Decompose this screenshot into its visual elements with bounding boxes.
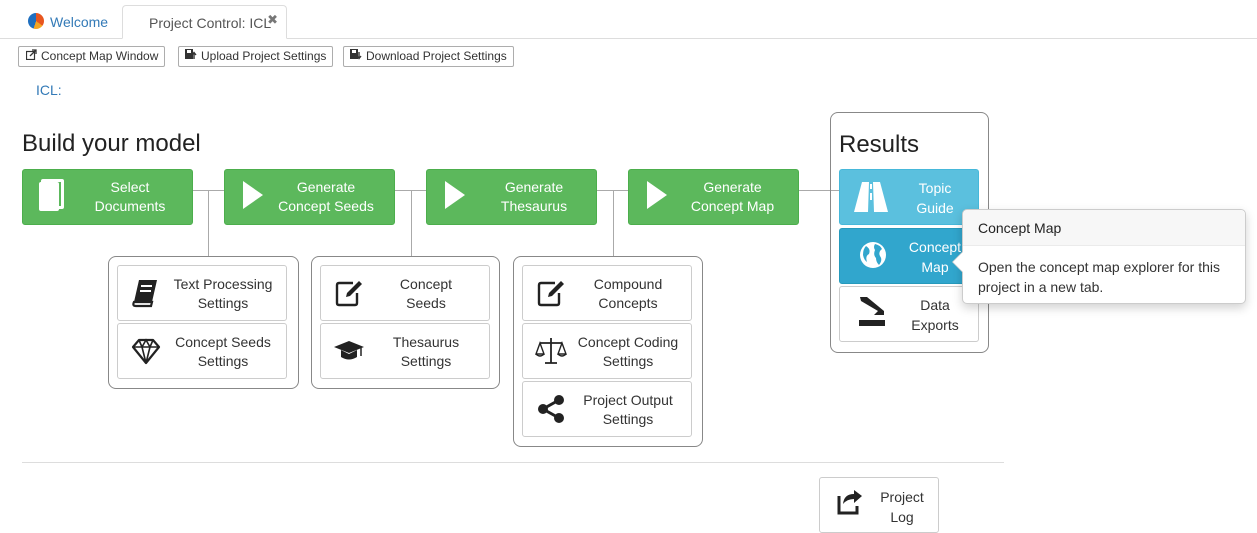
tooltip-arrow-fill	[953, 252, 963, 272]
download-icon	[349, 48, 363, 67]
concept-map-window-button[interactable]: Concept Map Window	[18, 46, 166, 67]
share-icon	[535, 393, 567, 425]
setting-label: Settings	[602, 353, 654, 369]
tooltip-body: Open the concept map explorer for this p…	[978, 259, 1221, 295]
step-label: Thesaurus	[500, 198, 568, 214]
project-log-label: Project	[880, 489, 924, 505]
play-icon	[243, 181, 263, 209]
generate-thesaurus-button[interactable]: Generate Thesaurus	[426, 169, 597, 225]
step-label: Generate	[504, 179, 564, 195]
download-icon	[857, 295, 887, 332]
project-log-label: Log	[890, 509, 914, 525]
data-exports-button[interactable]: Data Exports	[839, 286, 979, 342]
text-processing-settings-button[interactable]: Text Processing Settings	[117, 265, 287, 321]
globe-icon	[858, 240, 888, 275]
setting-label: Concepts	[598, 295, 658, 311]
tab-welcome[interactable]: Welcome	[14, 5, 122, 39]
diamond-icon	[130, 335, 162, 367]
step-label: Concept Map	[690, 198, 775, 214]
book-icon	[130, 277, 162, 309]
download-project-settings-button[interactable]: Download Project Settings	[343, 46, 514, 67]
project-log-button[interactable]: Project Log	[819, 477, 939, 533]
build-model-heading: Build your model	[22, 130, 201, 157]
tooltip-title: Concept Map	[963, 210, 1245, 246]
close-tab-icon[interactable]: ✖	[267, 3, 278, 37]
concept-map-window-label: Concept Map Window	[41, 49, 159, 63]
scales-icon	[535, 335, 567, 367]
upload-icon	[184, 48, 198, 67]
result-label: Topic	[918, 180, 952, 196]
play-icon	[647, 181, 667, 209]
project-output-settings-button[interactable]: Project Output Settings	[522, 381, 692, 437]
step-label: Select	[110, 179, 150, 195]
setting-label: Settings	[602, 411, 654, 427]
setting-label: Seeds	[406, 295, 446, 311]
result-label: Map	[921, 259, 949, 275]
result-label: Guide	[916, 200, 954, 216]
thesaurus-settings-button[interactable]: Thesaurus Settings	[320, 323, 490, 379]
connector-1	[208, 190, 209, 256]
download-settings-label: Download Project Settings	[366, 49, 507, 63]
concept-seeds-button[interactable]: Concept Seeds	[320, 265, 490, 321]
result-label: Exports	[911, 317, 959, 333]
tab-project-control[interactable]: Project Control: ICL ✖	[122, 5, 287, 39]
document-icon	[39, 179, 65, 211]
play-icon	[445, 181, 465, 209]
setting-label: Settings	[197, 353, 249, 369]
topic-guide-button[interactable]: Topic Guide	[839, 169, 979, 225]
setting-label: Concept	[399, 276, 453, 292]
setting-label: Project Output	[583, 392, 673, 408]
result-label: Data	[920, 297, 950, 313]
divider	[22, 462, 1004, 463]
tab-project-label: Project Control: ICL	[149, 15, 272, 31]
generate-concept-map-button[interactable]: Generate Concept Map	[628, 169, 799, 225]
step-label: Concept Seeds	[278, 198, 374, 214]
graduation-cap-icon	[333, 335, 365, 367]
connector-2	[411, 190, 412, 256]
connector-3	[613, 190, 614, 256]
setting-label: Compound	[593, 276, 663, 292]
edit-icon	[535, 277, 567, 309]
external-link-icon	[24, 48, 38, 67]
setting-label: Thesaurus	[392, 334, 460, 350]
project-name-link[interactable]: ICL:	[36, 82, 62, 98]
edit-icon	[333, 277, 365, 309]
concept-coding-settings-button[interactable]: Concept Coding Settings	[522, 323, 692, 379]
setting-label: Concept Coding	[577, 334, 679, 350]
tab-welcome-label: Welcome	[50, 14, 109, 30]
concept-map-tooltip: Concept Map Open the concept map explore…	[952, 209, 1246, 304]
concept-seeds-settings-button[interactable]: Concept Seeds Settings	[117, 323, 287, 379]
setting-label: Settings	[197, 295, 249, 311]
generate-concept-seeds-button[interactable]: Generate Concept Seeds	[224, 169, 395, 225]
setting-label: Settings	[400, 353, 452, 369]
select-documents-button[interactable]: Select Documents	[22, 169, 193, 225]
step-label: Documents	[94, 198, 166, 214]
share-square-icon	[836, 488, 864, 521]
step-label: Generate	[703, 179, 762, 195]
compound-concepts-button[interactable]: Compound Concepts	[522, 265, 692, 321]
app-logo-icon	[28, 13, 44, 29]
upload-settings-label: Upload Project Settings	[201, 49, 327, 63]
setting-label: Concept Seeds	[175, 334, 271, 350]
upload-project-settings-button[interactable]: Upload Project Settings	[178, 46, 334, 67]
road-icon	[854, 180, 888, 219]
step-label: Generate	[296, 179, 356, 195]
tab-bar: Welcome Project Control: ICL ✖	[0, 0, 1257, 39]
setting-label: Text Processing	[173, 276, 273, 292]
